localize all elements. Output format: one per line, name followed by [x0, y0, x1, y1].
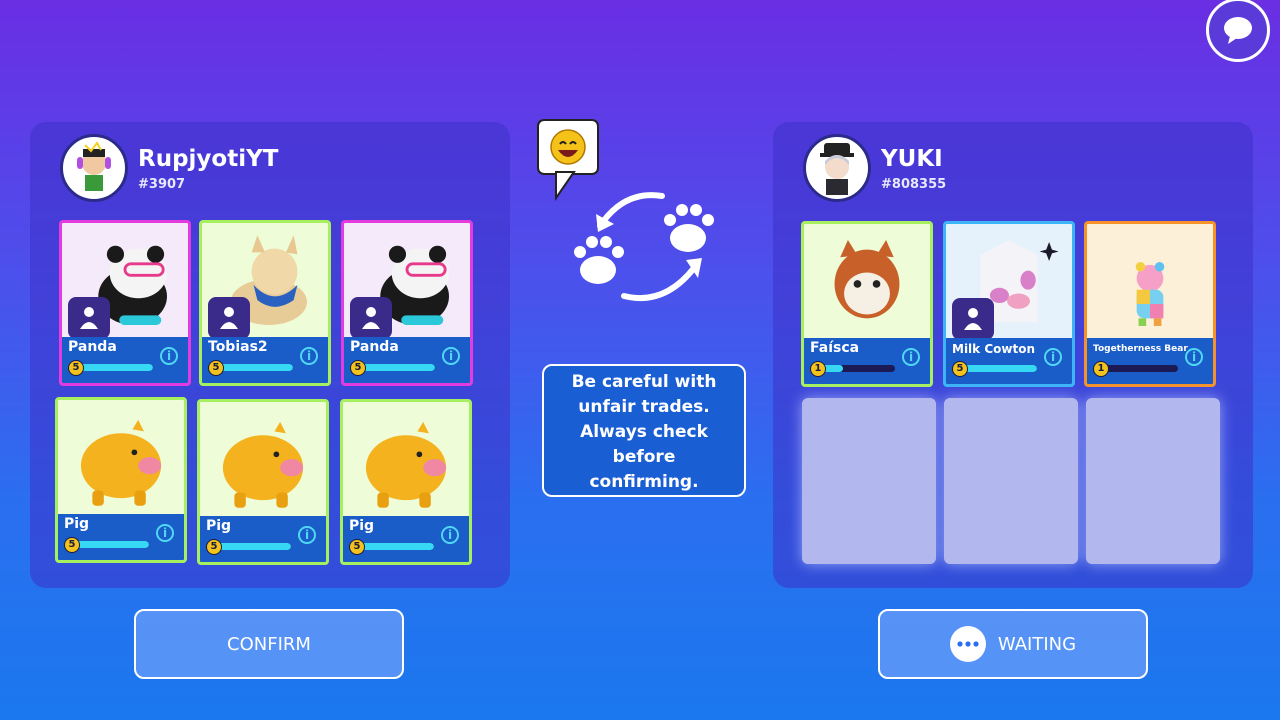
warning-line: confirming.	[589, 472, 699, 492]
progress-fill	[963, 365, 1037, 372]
item-name: Milk Cowton	[952, 342, 1035, 356]
confirm-label: CONFIRM	[227, 633, 311, 655]
progress-fill	[79, 364, 153, 371]
level-progress	[1104, 365, 1178, 372]
item-name: Togetherness Bear	[1093, 344, 1188, 354]
emoji-speech-bubble-icon	[537, 119, 599, 202]
level-progress	[963, 365, 1037, 372]
partner-tag: #808355	[881, 177, 947, 192]
trade-item-card[interactable]: Pig 5 i	[340, 399, 472, 565]
item-name: Panda	[68, 339, 117, 355]
trade-warning-message: Be careful with unfair trades. Always ch…	[542, 364, 746, 497]
item-name: Panda	[350, 339, 399, 355]
empty-trade-slot	[802, 398, 936, 564]
level-progress	[821, 365, 895, 372]
trade-item-card[interactable]: Milk Cowton 5 i	[943, 221, 1075, 387]
trade-item-card[interactable]: Togetherness Bear 1 i	[1084, 221, 1216, 387]
level-badge: 1	[810, 361, 826, 377]
info-icon[interactable]: i	[442, 347, 460, 365]
empty-trade-slot	[944, 398, 1078, 564]
level-badge: 5	[68, 360, 84, 376]
progress-fill	[219, 364, 293, 371]
togetherness-bear-pet-image	[1135, 262, 1165, 326]
chat-icon	[1224, 17, 1252, 44]
item-name: Faísca	[810, 340, 860, 356]
trade-badge-icon	[952, 298, 994, 340]
trade-badge-icon	[68, 297, 110, 339]
level-badge: 5	[206, 539, 222, 555]
partner-name: YUKI	[881, 146, 943, 172]
waiting-label: WAITING	[997, 633, 1077, 655]
warning-line: unfair trades.	[578, 397, 710, 417]
info-icon[interactable]: i	[902, 348, 920, 366]
progress-fill	[360, 543, 434, 550]
item-name: Pig	[64, 516, 90, 532]
waiting-button[interactable]: WAITING	[878, 609, 1148, 679]
trade-item-card[interactable]: Faísca 1 i	[801, 221, 933, 387]
progress-fill	[217, 543, 291, 550]
pig-pet-image	[222, 421, 304, 508]
level-badge: 1	[1093, 361, 1109, 377]
trade-item-card[interactable]: Pig 5 i	[197, 399, 329, 565]
level-progress	[360, 543, 434, 550]
item-name: Pig	[206, 518, 232, 534]
info-icon[interactable]: i	[298, 526, 316, 544]
partner-avatar	[803, 134, 871, 202]
level-badge: 5	[952, 361, 968, 377]
warning-line: before	[612, 447, 676, 467]
info-icon[interactable]: i	[1185, 348, 1203, 366]
level-badge: 5	[350, 360, 366, 376]
trade-item-card[interactable]: Panda 5 i	[341, 220, 473, 386]
level-progress	[79, 364, 153, 371]
level-progress	[217, 543, 291, 550]
player-name: RupjyotiYT	[138, 146, 279, 172]
trade-item-card[interactable]: Panda 5 i	[59, 220, 191, 386]
level-progress	[219, 364, 293, 371]
trade-item-card[interactable]: Pig 5 i	[55, 397, 187, 563]
trade-item-card[interactable]: Tobias2 5 i	[199, 220, 331, 386]
trade-badge-icon	[350, 297, 392, 339]
confirm-button[interactable]: CONFIRM	[134, 609, 404, 679]
pig-pet-image	[365, 421, 447, 508]
pig-pet-image	[80, 419, 162, 506]
progress-fill	[361, 364, 435, 371]
empty-trade-slot	[1086, 398, 1220, 564]
chat-button[interactable]	[1206, 0, 1270, 62]
progress-fill	[75, 541, 149, 548]
player-avatar	[60, 134, 128, 202]
info-icon[interactable]: i	[156, 524, 174, 542]
item-name: Tobias2	[208, 339, 268, 355]
info-icon[interactable]: i	[441, 526, 459, 544]
player-tag: #3907	[138, 177, 186, 192]
item-name: Pig	[349, 518, 375, 534]
level-badge: 5	[64, 537, 80, 553]
info-icon[interactable]: i	[160, 347, 178, 365]
warning-line: Be careful with	[571, 372, 717, 392]
trade-badge-icon	[208, 297, 250, 339]
level-progress	[75, 541, 149, 548]
paw-swap-icon	[574, 192, 714, 302]
ellipsis-icon	[949, 626, 986, 662]
info-icon[interactable]: i	[300, 347, 318, 365]
trade-exchange-icon	[537, 119, 714, 302]
level-badge: 5	[208, 360, 224, 376]
warning-line: Always check	[580, 422, 708, 442]
level-badge: 5	[349, 539, 365, 555]
info-icon[interactable]: i	[1044, 348, 1062, 366]
fox-pet-image	[834, 240, 900, 319]
level-progress	[361, 364, 435, 371]
